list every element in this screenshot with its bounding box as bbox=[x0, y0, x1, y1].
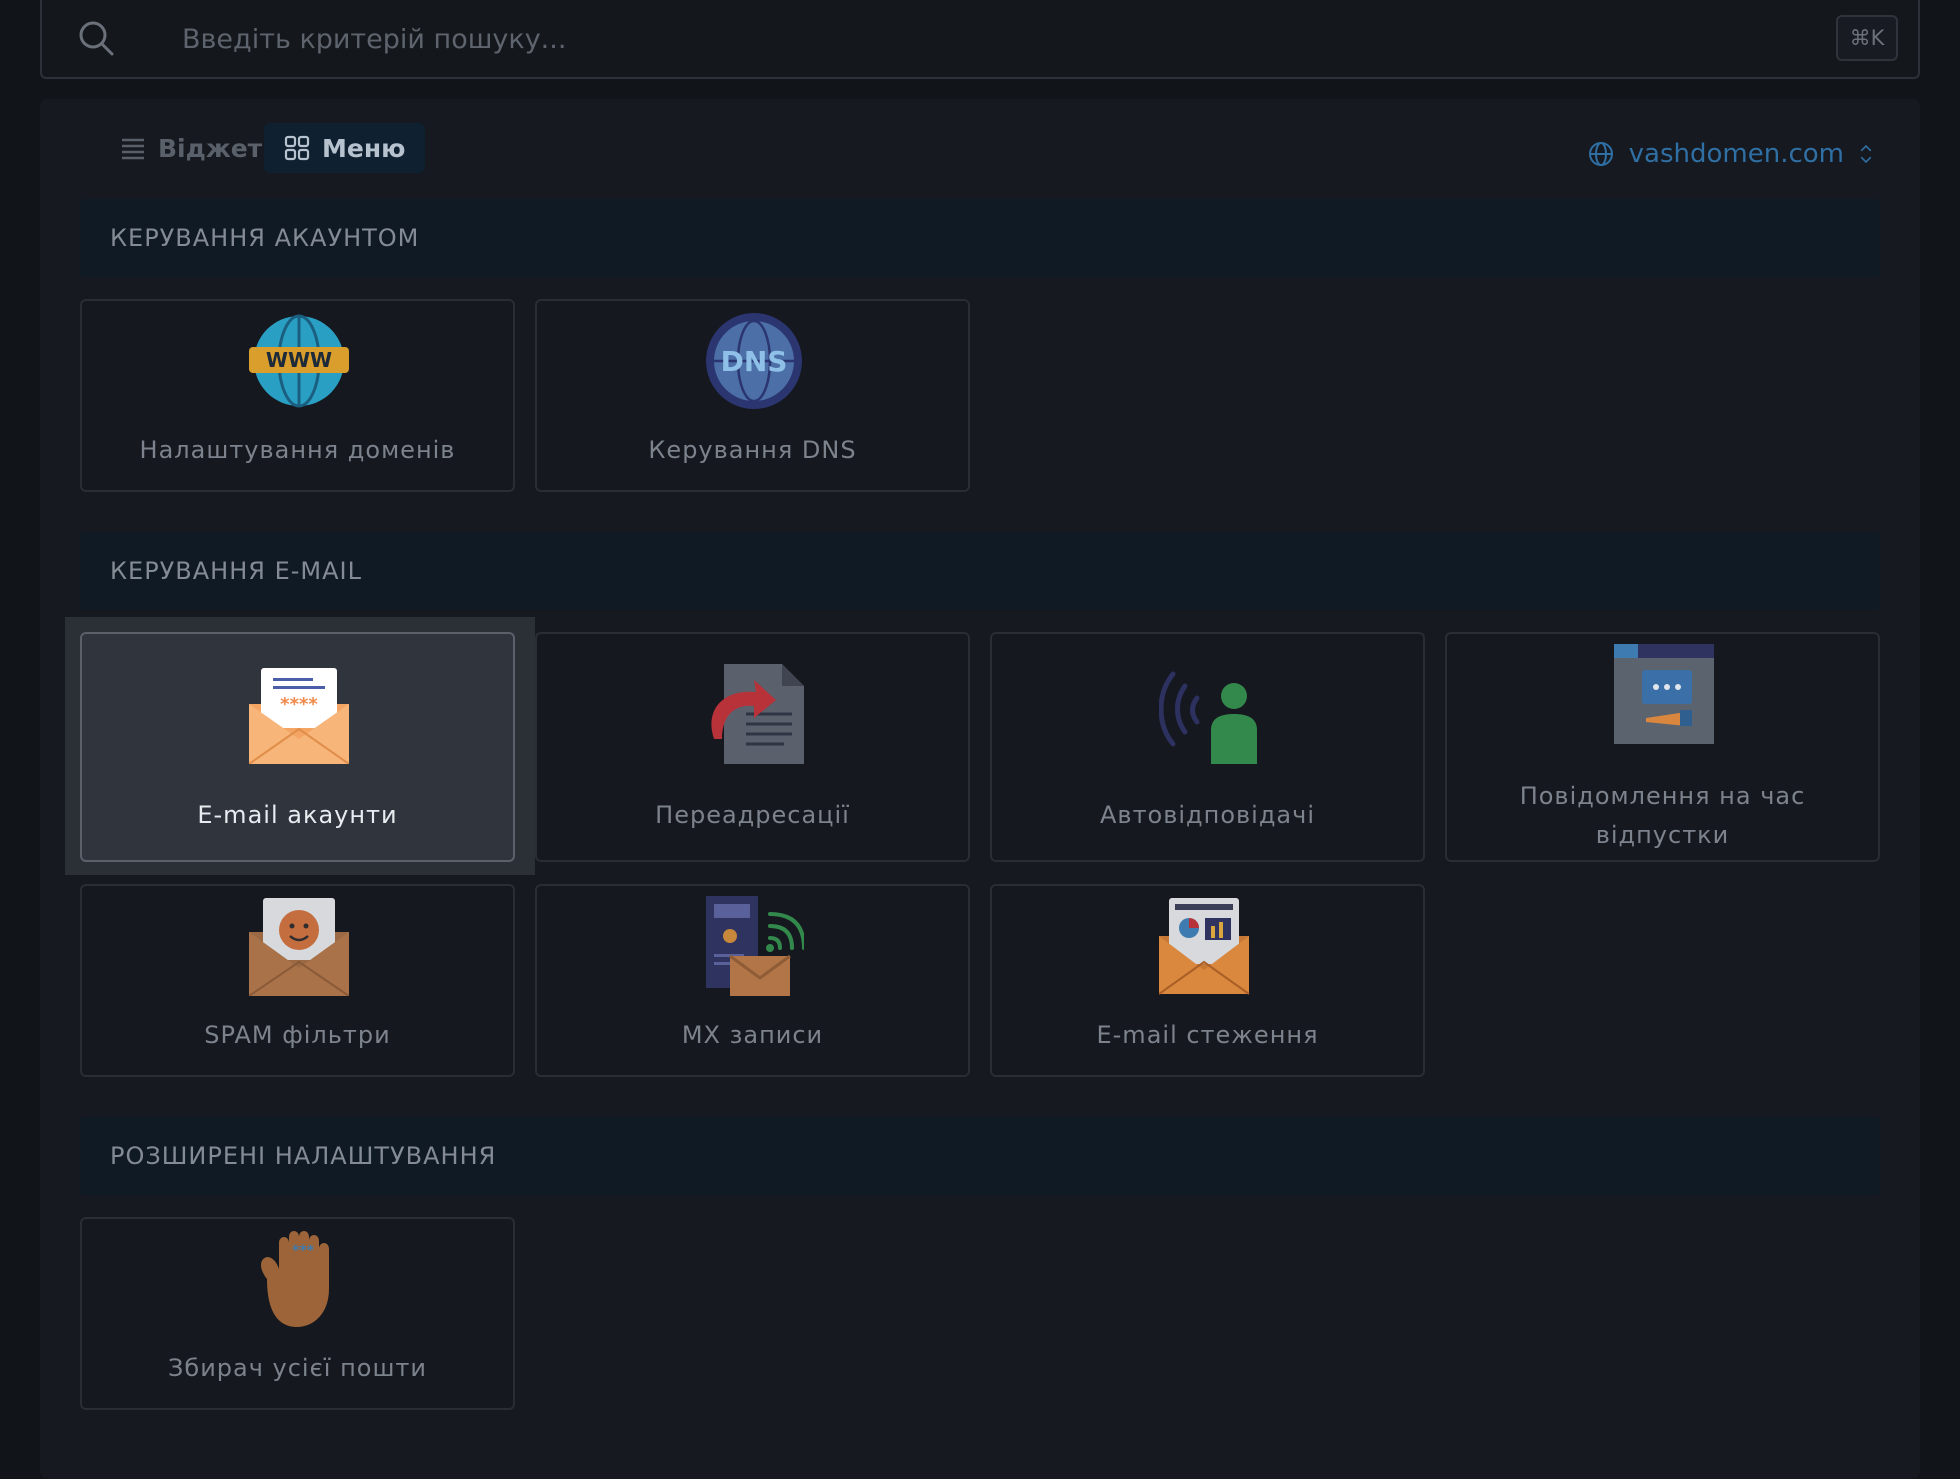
menu-card-vacation-messages[interactable]: Повідомлення на час відпустки bbox=[1445, 632, 1880, 862]
search-input[interactable] bbox=[182, 14, 1762, 64]
menu-card-email-accounts[interactable]: **** E-mail акаунти bbox=[80, 632, 515, 862]
svg-text:****: **** bbox=[280, 694, 318, 715]
card-label: Переадресації bbox=[655, 801, 850, 829]
section-header: КЕРУВАННЯ АКАУНТОМ bbox=[80, 199, 1880, 277]
domain-selector[interactable]: vashdomen.com bbox=[1587, 134, 1874, 174]
spam-envelope-icon bbox=[249, 898, 349, 996]
forward-document-icon bbox=[711, 664, 804, 764]
section-header: КЕРУВАННЯ E-MAIL bbox=[80, 532, 1880, 610]
menu-card-forwarders[interactable]: Переадресації bbox=[535, 632, 970, 862]
globe-icon bbox=[1588, 142, 1613, 166]
autoresponder-person-icon bbox=[1159, 671, 1257, 764]
vacation-message-icon bbox=[1614, 644, 1714, 744]
card-label: Автовідповідачі bbox=[1100, 801, 1315, 829]
card-label: Збирач усієї пошти bbox=[168, 1354, 427, 1382]
dns-globe-icon: DNS bbox=[706, 313, 802, 409]
card-label: MX записи bbox=[681, 1021, 824, 1049]
list-icon bbox=[122, 138, 144, 160]
email-tracking-icon bbox=[1159, 898, 1250, 995]
card-label: Налаштування доменів bbox=[139, 436, 456, 464]
menu-card-mx-records[interactable]: MX записи bbox=[535, 884, 970, 1077]
main-panel: Віджети Меню vashdomen.com КЕРУВАННЯ АКА… bbox=[40, 99, 1920, 1479]
catch-all-hand-icon: *** bbox=[261, 1231, 329, 1327]
shortcut-badge: ⌘K bbox=[1836, 15, 1898, 61]
mx-server-icon bbox=[706, 896, 804, 996]
menu-card-autoresponders[interactable]: Автовідповідачі bbox=[990, 632, 1425, 862]
section-header: РОЗШИРЕНІ НАЛАШТУВАННЯ bbox=[80, 1117, 1880, 1195]
search-bar[interactable]: ⌘K bbox=[40, 0, 1920, 79]
card-label: SPAM фільтри bbox=[204, 1021, 391, 1049]
tab-menu[interactable]: Меню bbox=[264, 123, 426, 173]
card-label: Повідомлення на час відпустки bbox=[1519, 782, 1806, 849]
svg-text:WWW: WWW bbox=[266, 348, 332, 372]
menu-card-domains[interactable]: WWW Налаштування доменів bbox=[80, 299, 515, 492]
svg-text:DNS: DNS bbox=[721, 345, 788, 378]
grid-icon bbox=[284, 135, 310, 161]
menu-card-catch-all[interactable]: *** Збирач усієї пошти bbox=[80, 1217, 515, 1410]
card-label: E-mail акаунти bbox=[197, 801, 398, 829]
domain-value: vashdomen.com bbox=[1628, 139, 1844, 169]
menu-card-spam-filters[interactable]: SPAM фільтри bbox=[80, 884, 515, 1077]
chevron-up-down-icon bbox=[1860, 144, 1872, 164]
envelope-password-icon: **** bbox=[249, 668, 349, 764]
menu-card-email-tracking[interactable]: E-mail стеження bbox=[990, 884, 1425, 1077]
tab-menu-label: Меню bbox=[322, 133, 406, 163]
card-label: Керування DNS bbox=[648, 436, 857, 464]
www-globe-icon: WWW bbox=[249, 314, 349, 408]
card-label: E-mail стеження bbox=[1096, 1021, 1319, 1049]
svg-text:***: *** bbox=[292, 1243, 315, 1259]
search-icon bbox=[79, 21, 114, 56]
tab-widgets-label: Віджети bbox=[158, 133, 280, 163]
menu-card-dns[interactable]: DNS Керування DNS bbox=[535, 299, 970, 492]
